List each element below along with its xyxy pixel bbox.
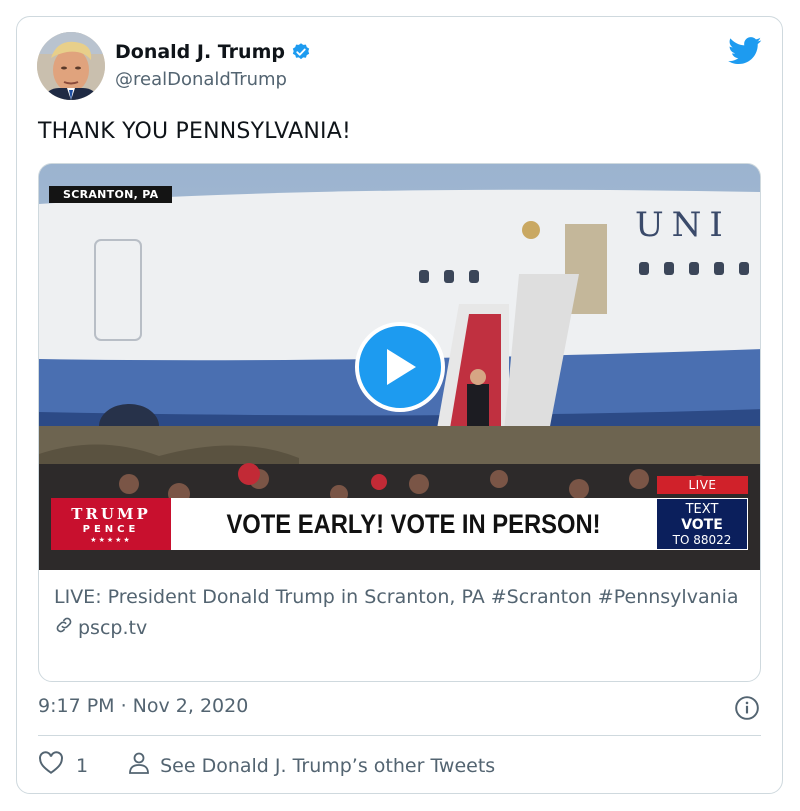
info-icon[interactable] <box>734 695 760 721</box>
plane-lettering: UNI <box>635 205 731 245</box>
divider <box>38 735 761 736</box>
campaign-logo: TRUMP PENCE ★★★★★ <box>51 498 171 550</box>
link-domain[interactable]: pscp.tv <box>78 617 147 639</box>
twitter-bird-icon[interactable] <box>728 37 762 65</box>
logo-line-pence: PENCE <box>82 524 140 535</box>
author-block[interactable]: Donald J. Trump @realDonaldTrump <box>115 41 311 90</box>
video-thumbnail[interactable]: UNI SCRANTON, PA LIVE TRUMP PENCE ★★★★★ … <box>39 164 760 570</box>
news-lower-third: TRUMP PENCE ★★★★★ VOTE EARLY! VOTE IN PE… <box>51 498 748 550</box>
logo-stars: ★★★★★ <box>90 536 132 544</box>
other-tweets-link[interactable]: See Donald J. Trump’s other Tweets <box>128 751 495 780</box>
link-info[interactable]: LIVE: President Donald Trump in Scranton… <box>54 584 744 640</box>
author-name-row[interactable]: Donald J. Trump <box>115 41 311 63</box>
live-badge: LIVE <box>657 476 748 494</box>
play-icon <box>387 349 416 385</box>
avatar[interactable] <box>37 32 105 100</box>
link-icon <box>54 615 74 640</box>
person-icon <box>128 751 150 780</box>
like-count: 1 <box>76 754 89 777</box>
heart-icon <box>38 751 64 780</box>
verified-badge-icon <box>291 42 311 62</box>
text-to-vote-box: TEXT VOTE TO 88022 <box>656 498 748 550</box>
link-title[interactable]: LIVE: President Donald Trump in Scranton… <box>54 584 744 611</box>
author-handle[interactable]: @realDonaldTrump <box>115 69 311 90</box>
text-box-line1: TEXT <box>685 502 719 517</box>
tweet-embed-card: Donald J. Trump @realDonaldTrump THANK Y… <box>16 16 783 794</box>
tweet-text: THANK YOU PENNSYLVANIA! <box>38 119 351 144</box>
play-button[interactable] <box>355 322 445 412</box>
author-display-name[interactable]: Donald J. Trump <box>115 41 285 63</box>
logo-line-trump: TRUMP <box>71 505 151 523</box>
link-domain-row[interactable]: pscp.tv <box>54 615 744 640</box>
text-box-line3: TO 88022 <box>672 533 732 547</box>
lower-third-headline: VOTE EARLY! VOTE IN PERSON! <box>226 508 601 539</box>
link-preview-card[interactable]: UNI SCRANTON, PA LIVE TRUMP PENCE ★★★★★ … <box>38 163 761 682</box>
text-box-line2: VOTE <box>681 517 723 533</box>
tweet-actions: 1 See Donald J. Trump’s other Tweets <box>38 751 495 780</box>
like-button[interactable]: 1 <box>38 751 88 780</box>
location-tag: SCRANTON, PA <box>49 186 173 203</box>
other-tweets-label[interactable]: See Donald J. Trump’s other Tweets <box>160 755 495 777</box>
tweet-timestamp[interactable]: 9:17 PM · Nov 2, 2020 <box>38 695 248 717</box>
